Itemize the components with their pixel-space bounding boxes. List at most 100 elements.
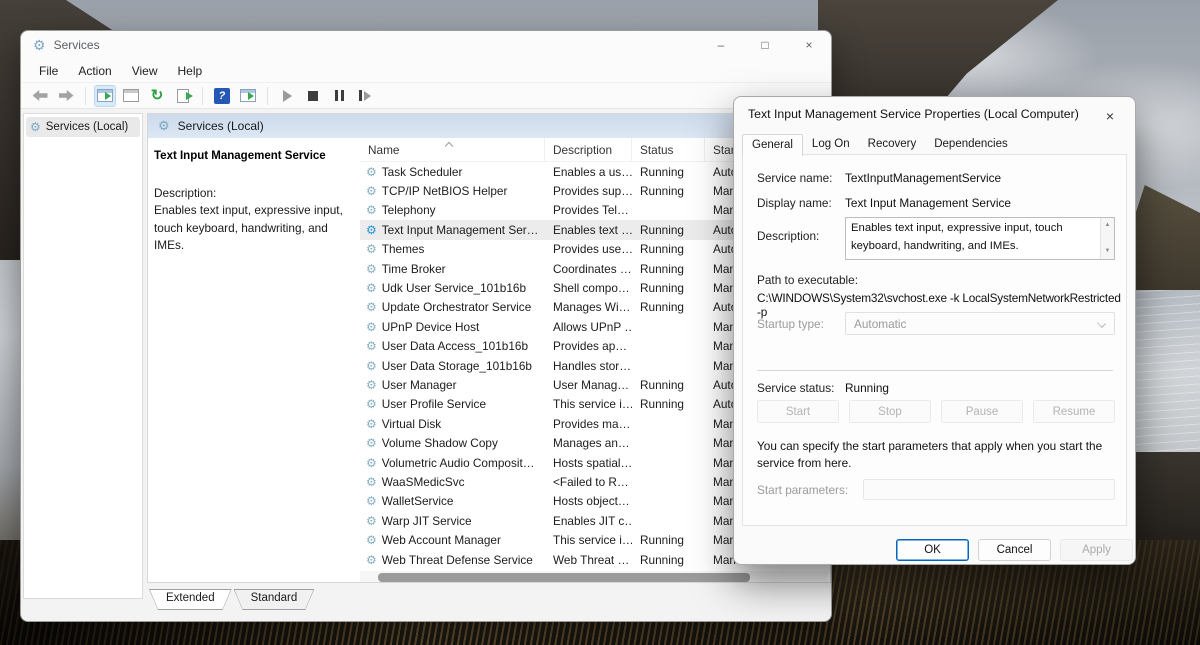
refresh-button[interactable]: ↻ — [146, 85, 168, 107]
service-name: User Data Storage_101b16b — [382, 359, 532, 373]
extended-detail-panel: Text Input Management Service Descriptio… — [148, 138, 360, 567]
play-icon — [283, 90, 292, 102]
scrollbar-thumb[interactable] — [378, 573, 750, 582]
tree-item-label: Services (Local) — [46, 121, 128, 133]
dialog-tabs: General Log On Recovery Dependencies — [742, 132, 1017, 155]
title-bar[interactable]: ⚙ Services – □ × — [21, 31, 831, 59]
service-name: Text Input Management Ser… — [382, 223, 539, 237]
start-parameters-note: You can specify the start parameters tha… — [757, 438, 1119, 472]
console-window-icon — [97, 89, 113, 102]
properties-window-icon — [123, 89, 139, 102]
tab-log-on[interactable]: Log On — [803, 134, 859, 155]
service-gear-icon: ⚙ — [366, 553, 377, 567]
toolbar-separator — [267, 87, 268, 105]
new-window-button[interactable] — [237, 85, 259, 107]
service-description: Provides ap… — [545, 339, 632, 353]
menu-action[interactable]: Action — [68, 64, 121, 78]
startup-type-label: Startup type: — [757, 317, 824, 331]
properties-dialog: Text Input Management Service Properties… — [733, 96, 1136, 565]
console-tree-panel: ⚙ Services (Local) — [23, 113, 143, 599]
stop-icon — [308, 91, 318, 101]
pause-service-button[interactable] — [328, 85, 350, 107]
start-button[interactable]: Start — [757, 400, 839, 423]
menu-view[interactable]: View — [122, 64, 168, 78]
service-name: Volumetric Audio Composit… — [382, 456, 535, 470]
scroll-up-icon[interactable]: ▲ — [1105, 221, 1111, 230]
back-button[interactable] — [29, 85, 51, 107]
service-status-label: Service status: — [757, 381, 834, 395]
export-list-button[interactable] — [172, 85, 194, 107]
resume-button[interactable]: Resume — [1033, 400, 1115, 423]
column-header-status[interactable]: Status — [632, 138, 705, 161]
forward-button[interactable] — [55, 85, 77, 107]
maximize-button[interactable]: □ — [743, 31, 787, 59]
scroll-down-icon[interactable]: ▼ — [1105, 247, 1111, 256]
service-description: User Manag… — [545, 378, 632, 392]
selected-service-title: Text Input Management Service — [154, 150, 350, 162]
menu-bar: File Action View Help — [21, 59, 831, 83]
cancel-button[interactable]: Cancel — [978, 539, 1051, 561]
show-console-tree-button[interactable] — [94, 85, 116, 107]
service-description: Coordinates … — [545, 262, 632, 276]
service-description: Handles stor… — [545, 359, 632, 373]
pane-header-gear-icon: ⚙ — [158, 118, 170, 134]
stop-button[interactable]: Stop — [849, 400, 931, 423]
stop-service-button[interactable] — [302, 85, 324, 107]
tab-extended-label: Extended — [150, 590, 231, 609]
general-tab-page: Service name: TextInputManagementService… — [742, 154, 1127, 526]
display-name-value: Text Input Management Service — [845, 196, 1011, 210]
pane-header: ⚙ Services (Local) — [148, 114, 830, 138]
toolbar: ↻ ? — [21, 83, 831, 109]
service-gear-icon: ⚙ — [366, 223, 377, 237]
start-parameters-input[interactable] — [863, 479, 1115, 500]
start-service-button[interactable] — [276, 85, 298, 107]
dialog-close-button[interactable]: × — [1097, 104, 1123, 128]
separator — [757, 370, 1113, 371]
service-gear-icon: ⚙ — [366, 281, 377, 295]
tab-standard[interactable]: Standard — [234, 589, 315, 610]
description-text: Enables text input, expressive input, to… — [154, 202, 350, 255]
service-gear-icon: ⚙ — [366, 494, 377, 508]
back-arrow-icon — [33, 90, 48, 101]
service-gear-icon: ⚙ — [366, 514, 377, 528]
service-name: Telephony — [382, 203, 436, 217]
service-gear-icon: ⚙ — [366, 533, 377, 547]
restart-icon — [359, 90, 371, 101]
service-name: Web Threat Defense Service — [382, 553, 533, 567]
tab-general[interactable]: General — [742, 134, 803, 156]
tab-extended[interactable]: Extended — [149, 589, 232, 610]
service-gear-icon: ⚙ — [366, 456, 377, 470]
tab-recovery[interactable]: Recovery — [859, 134, 926, 155]
service-description: Hosts spatial… — [545, 456, 632, 470]
close-button[interactable]: × — [787, 31, 831, 59]
service-description: Manages an… — [545, 436, 632, 450]
minimize-button[interactable]: – — [699, 31, 743, 59]
service-description: Web Threat … — [545, 553, 632, 567]
restart-service-button[interactable] — [354, 85, 376, 107]
properties-button[interactable] — [120, 85, 142, 107]
menu-file[interactable]: File — [29, 64, 68, 78]
description-value: Enables text input, expressive input, to… — [851, 222, 1063, 252]
startup-type-dropdown[interactable]: Automatic — [845, 312, 1115, 335]
column-header-description[interactable]: Description — [545, 138, 632, 161]
help-button[interactable]: ? — [211, 85, 233, 107]
horizontal-scrollbar[interactable] — [360, 571, 828, 583]
tab-dependencies[interactable]: Dependencies — [925, 134, 1017, 155]
service-status: Running — [632, 378, 705, 392]
service-gear-icon: ⚙ — [366, 184, 377, 198]
service-gear-icon: ⚙ — [366, 300, 377, 314]
ok-button[interactable]: OK — [896, 539, 969, 561]
textarea-scrollbar[interactable]: ▲ ▼ — [1100, 218, 1114, 259]
description-textarea[interactable]: Enables text input, expressive input, to… — [845, 217, 1115, 260]
dialog-description-label: Description: — [757, 229, 819, 243]
menu-help[interactable]: Help — [168, 64, 213, 78]
pause-button[interactable]: Pause — [941, 400, 1023, 423]
service-description: <Failed to R… — [545, 475, 632, 489]
pause-icon — [335, 90, 344, 101]
service-description: Provides Tel… — [545, 203, 632, 217]
apply-button[interactable]: Apply — [1060, 539, 1133, 561]
tree-item-services-local[interactable]: ⚙ Services (Local) — [26, 117, 140, 137]
service-name-value: TextInputManagementService — [845, 171, 1001, 185]
service-status: Running — [632, 553, 705, 567]
service-status: Running — [632, 165, 705, 179]
